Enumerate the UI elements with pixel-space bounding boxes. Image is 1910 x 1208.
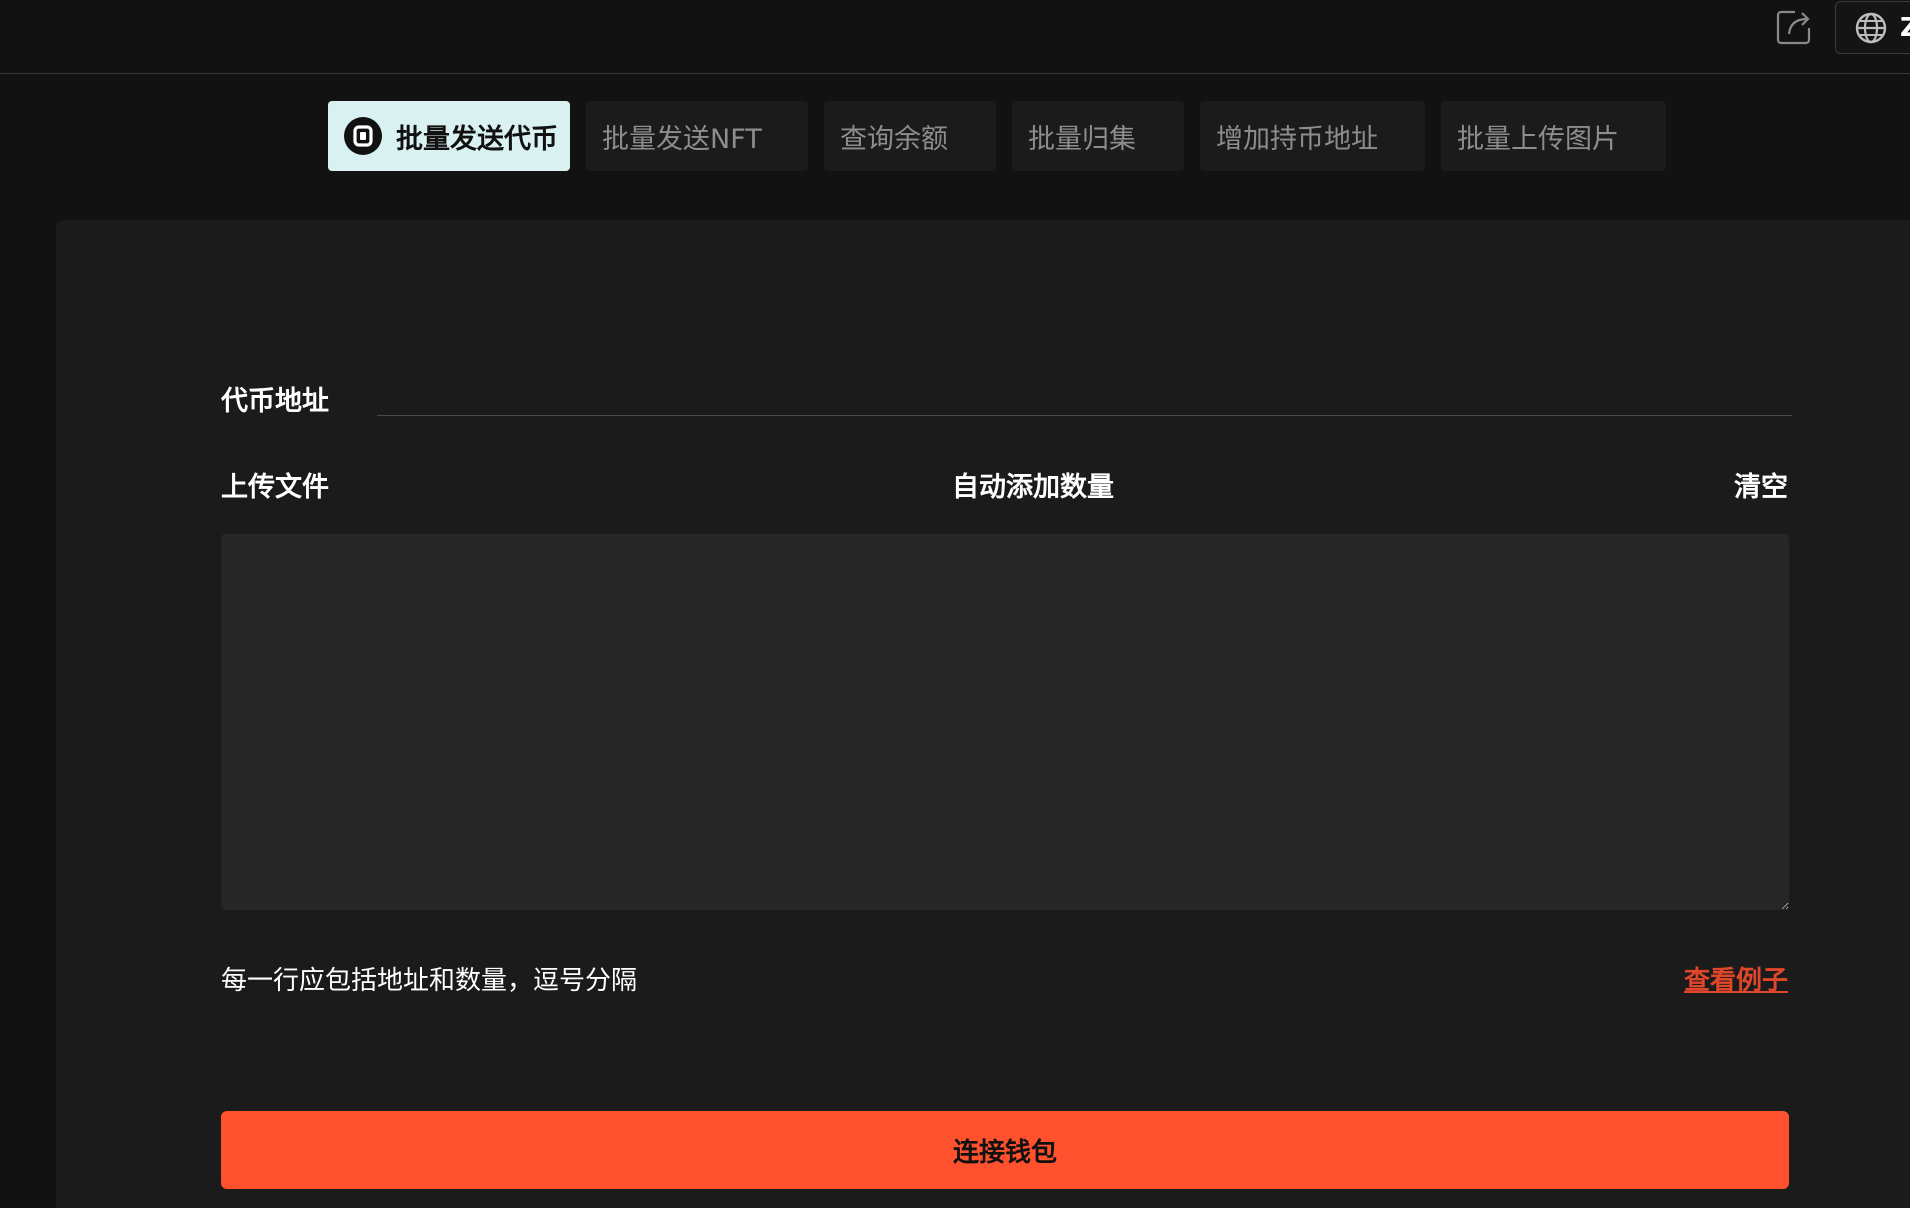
tab-label: 批量上传图片 bbox=[1457, 123, 1619, 155]
tab-label: 增加持币地址 bbox=[1216, 123, 1378, 155]
tab-batch-collect[interactable]: 批量归集 bbox=[1012, 101, 1184, 171]
connect-wallet-button[interactable]: 连接钱包 bbox=[221, 1111, 1789, 1189]
share-icon bbox=[1776, 10, 1811, 45]
view-example-link[interactable]: 查看例子 bbox=[1684, 960, 1788, 997]
top-bar: Z bbox=[0, 0, 1910, 74]
token-logo-icon bbox=[344, 117, 382, 155]
tab-bar: 批量发送代币 批量发送NFT 查询余额 批量归集 增加持币地址 批量上传图片 bbox=[328, 101, 1682, 171]
language-selector[interactable]: Z bbox=[1835, 1, 1910, 54]
format-hint: 每一行应包括地址和数量，逗号分隔 bbox=[221, 966, 638, 996]
tab-batch-send-token[interactable]: 批量发送代币 bbox=[328, 101, 570, 171]
auto-add-amount-button[interactable]: 自动添加数量 bbox=[952, 465, 1114, 504]
tab-query-balance[interactable]: 查询余额 bbox=[824, 101, 996, 171]
token-address-input[interactable] bbox=[377, 373, 1792, 416]
clear-button[interactable]: 清空 bbox=[1734, 465, 1788, 504]
tab-label: 查询余额 bbox=[840, 123, 948, 155]
tab-batch-send-nft[interactable]: 批量发送NFT bbox=[586, 101, 808, 171]
globe-icon bbox=[1855, 12, 1887, 43]
token-address-label: 代币地址 bbox=[221, 386, 329, 417]
tab-label: 批量归集 bbox=[1028, 123, 1136, 155]
address-amount-textarea[interactable] bbox=[221, 534, 1789, 910]
tab-label: 批量发送代币 bbox=[396, 123, 558, 155]
tab-batch-upload-images[interactable]: 批量上传图片 bbox=[1441, 101, 1666, 171]
tab-add-holder-address[interactable]: 增加持币地址 bbox=[1200, 101, 1425, 171]
upload-file-button[interactable]: 上传文件 bbox=[221, 465, 329, 504]
tab-label: 批量发送NFT bbox=[602, 123, 762, 155]
language-label: Z bbox=[1900, 12, 1910, 43]
share-button[interactable] bbox=[1773, 5, 1815, 49]
